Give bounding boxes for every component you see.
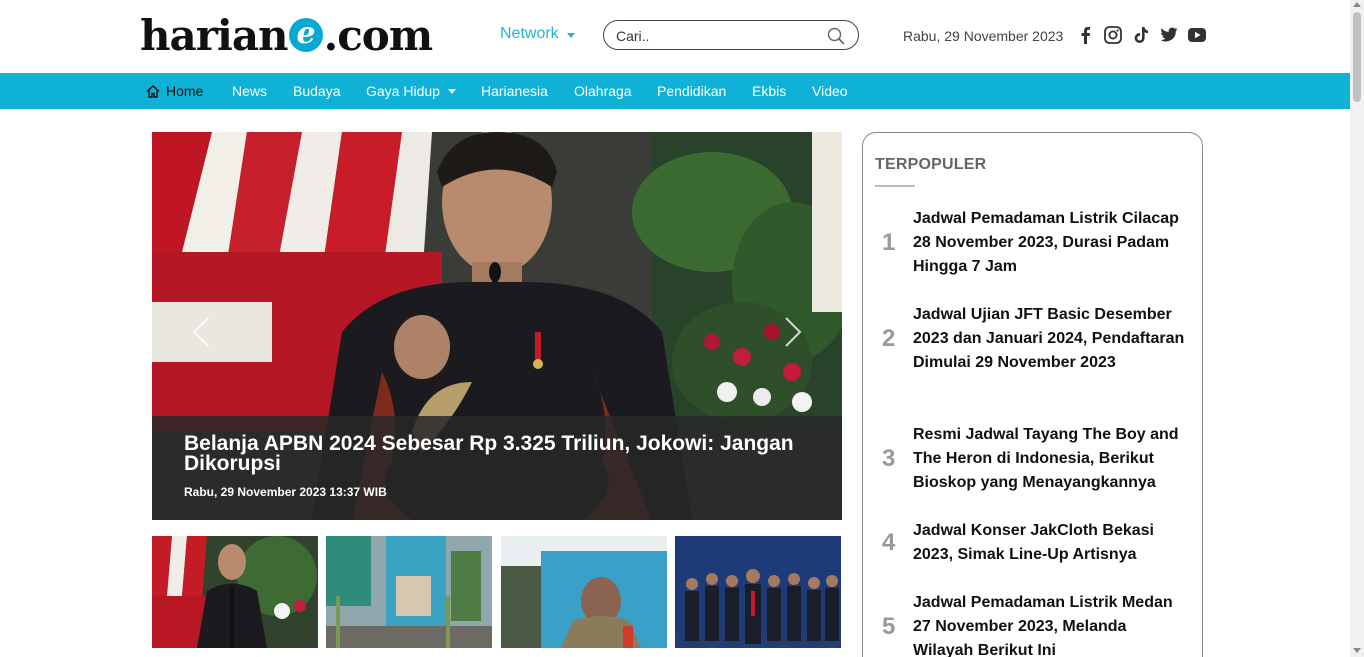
headline-title[interactable]: Belanja APBN 2024 Sebesar Rp 3.325 Trili… xyxy=(184,433,834,474)
slider-thumbnail-2[interactable] xyxy=(326,536,492,648)
top-header: hariane.com Network Rabu, 29 November 20… xyxy=(0,0,1350,73)
page: hariane.com Network Rabu, 29 November 20… xyxy=(0,0,1364,657)
popular-rank: 2 xyxy=(882,325,896,352)
logo-text-harian: harian xyxy=(140,10,289,60)
scroll-down-icon[interactable] xyxy=(1353,648,1361,653)
nav-item-ekbis[interactable]: Ekbis xyxy=(752,83,786,99)
thumbnail-image xyxy=(152,536,318,648)
popular-item-title[interactable]: Jadwal Pemadaman Listrik Medan 27 Novemb… xyxy=(913,591,1185,657)
current-date: Rabu, 29 November 2023 xyxy=(903,28,1064,44)
popular-rank: 4 xyxy=(882,529,896,556)
nav-item-harianesia[interactable]: Harianesia xyxy=(481,83,548,99)
main-nav: Home News Budaya Gaya Hidup Harianesia O… xyxy=(0,73,1350,109)
social-links xyxy=(1076,26,1206,44)
home-icon xyxy=(146,84,160,98)
caret-down-icon xyxy=(566,32,575,38)
nav-home-label: Home xyxy=(166,83,204,99)
headline-slider[interactable]: Belanja APBN 2024 Sebesar Rp 3.325 Trili… xyxy=(152,132,842,520)
slider-thumbnail-4[interactable] xyxy=(675,536,841,648)
network-label: Network xyxy=(500,25,559,42)
nav-item-budaya[interactable]: Budaya xyxy=(293,83,340,99)
thumbnail-image xyxy=(501,536,667,648)
instagram-icon[interactable] xyxy=(1104,26,1122,44)
search-input[interactable] xyxy=(616,26,816,46)
nav-item-gaya-hidup-label: Gaya Hidup xyxy=(366,83,440,99)
caret-down-icon xyxy=(447,88,456,94)
search-icon[interactable] xyxy=(827,27,845,45)
nav-item-video[interactable]: Video xyxy=(812,83,848,99)
popular-item-title[interactable]: Resmi Jadwal Tayang The Boy and The Hero… xyxy=(913,423,1185,495)
facebook-icon[interactable] xyxy=(1076,26,1094,44)
slider-next-arrow-icon[interactable] xyxy=(782,314,804,350)
popular-item-title[interactable]: Jadwal Pemadaman Listrik Cilacap 28 Nove… xyxy=(913,207,1185,279)
popular-item[interactable]: 1 Jadwal Pemadaman Listrik Cilacap 28 No… xyxy=(875,207,1191,279)
thumbnail-image xyxy=(675,536,841,648)
search-box xyxy=(603,20,859,50)
popular-item-title[interactable]: Jadwal Ujian JFT Basic Desember 2023 dan… xyxy=(913,303,1185,375)
logo-text-com: .com xyxy=(323,10,434,60)
headline-date: Rabu, 29 November 2023 13:37 WIB xyxy=(184,485,387,499)
nav-item-news[interactable]: News xyxy=(232,83,267,99)
scroll-thumb[interactable] xyxy=(1353,12,1361,102)
youtube-icon[interactable] xyxy=(1188,26,1206,44)
nav-item-olahraga[interactable]: Olahraga xyxy=(574,83,632,99)
network-dropdown[interactable]: Network xyxy=(500,25,575,43)
popular-title: TERPOPULER xyxy=(875,156,987,173)
site-logo[interactable]: harian e .com xyxy=(140,10,434,60)
popular-item[interactable]: 2 Jadwal Ujian JFT Basic Desember 2023 d… xyxy=(875,303,1191,375)
nav-item-gaya-hidup[interactable]: Gaya Hidup xyxy=(366,83,456,99)
popular-sidebar: TERPOPULER 1 Jadwal Pemadaman Listrik Ci… xyxy=(862,132,1203,657)
slider-thumbnail-1[interactable] xyxy=(152,536,318,648)
logo-e-mark: e xyxy=(288,18,323,52)
popular-item[interactable]: 4 Jadwal Konser JakCloth Bekasi 2023, Si… xyxy=(875,519,1191,567)
slider-thumbnail-3[interactable] xyxy=(501,536,667,648)
slider-caption: Belanja APBN 2024 Sebesar Rp 3.325 Trili… xyxy=(152,416,842,520)
popular-item-title[interactable]: Jadwal Konser JakCloth Bekasi 2023, Sima… xyxy=(913,519,1185,567)
popular-rank: 5 xyxy=(882,613,896,640)
popular-item[interactable]: 5 Jadwal Pemadaman Listrik Medan 27 Nove… xyxy=(875,591,1191,657)
scroll-up-icon[interactable] xyxy=(1353,2,1361,7)
popular-rank: 1 xyxy=(882,229,896,256)
popular-item[interactable]: 3 Resmi Jadwal Tayang The Boy and The He… xyxy=(875,423,1191,495)
slider-prev-arrow-icon[interactable] xyxy=(190,314,212,350)
nav-item-pendidikan[interactable]: Pendidikan xyxy=(657,83,726,99)
twitter-icon[interactable] xyxy=(1160,26,1178,44)
thumbnail-image xyxy=(326,536,492,648)
tiktok-icon[interactable] xyxy=(1132,26,1150,44)
page-scrollbar[interactable] xyxy=(1350,0,1364,657)
popular-rank: 3 xyxy=(882,445,896,472)
nav-home[interactable]: Home xyxy=(146,83,203,99)
title-underline xyxy=(875,185,915,187)
